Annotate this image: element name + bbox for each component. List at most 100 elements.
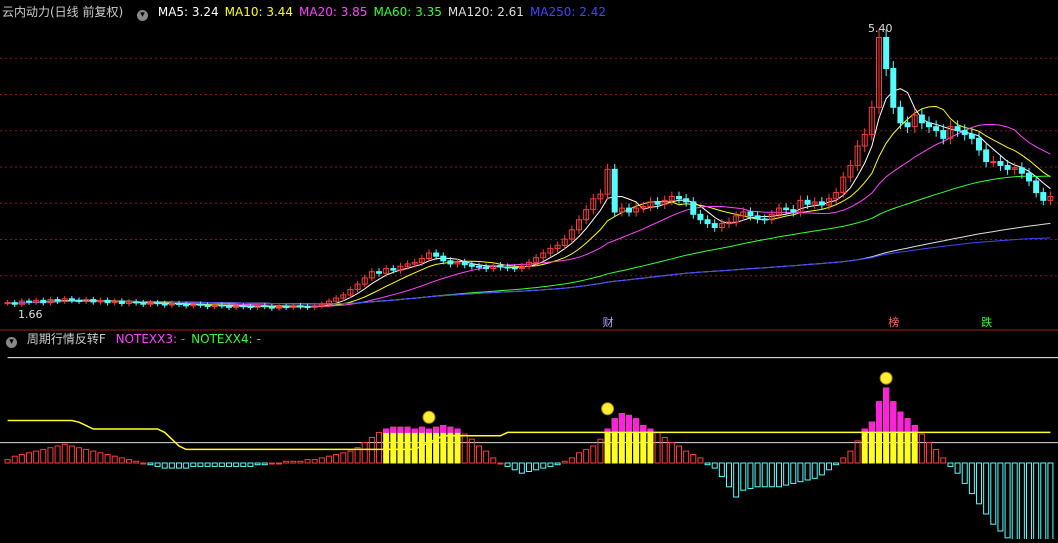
indicator-bar: [483, 450, 490, 464]
indicator-bar: [254, 462, 261, 466]
candle-body: [704, 219, 711, 225]
indicator-bar-top: [897, 411, 904, 433]
high-price-label: 5.40: [868, 22, 893, 35]
indicator-bar: [83, 448, 90, 464]
indicator-bar: [683, 450, 690, 464]
candle-body: [504, 266, 511, 269]
indicator-bar: [126, 459, 132, 464]
indicator-bar-top: [911, 425, 918, 433]
indicator-bar: [368, 437, 375, 464]
indicator-bar-top: [904, 418, 911, 433]
indicator-bar: [676, 445, 682, 464]
candle-body: [268, 306, 275, 309]
candle-body: [4, 302, 11, 305]
indicator-bar: [347, 450, 354, 464]
indicator-bar: [333, 454, 340, 464]
indicator-bar-top: [390, 426, 397, 433]
indicator-bar: [990, 462, 997, 525]
indicator-bar: [504, 462, 511, 467]
indicator-bar: [661, 437, 668, 464]
indicator-bar: [304, 459, 311, 464]
ma-label-5: MA250: 2.42: [529, 5, 606, 19]
indicator-bar: [961, 462, 968, 484]
indicator-bar: [776, 462, 782, 488]
indicator-bar: [376, 431, 382, 464]
smiley-icon: [601, 402, 615, 416]
indicator-bar: [11, 455, 18, 464]
candle-body: [918, 114, 925, 124]
note-label-0: NOTEXX3: -: [115, 332, 186, 346]
candle-body: [461, 261, 468, 266]
ma-label-0: MA5: 3.24: [157, 5, 219, 19]
candle-body: [497, 264, 504, 268]
indicator-bar: [754, 462, 761, 488]
indicator-bar: [554, 462, 561, 466]
event-marker-2: 跌: [981, 316, 993, 329]
candle-body: [1040, 192, 1047, 201]
candle-body: [983, 149, 990, 163]
indicator-bar: [540, 462, 547, 469]
indicator-bar: [183, 462, 190, 469]
indicator-bar-top: [883, 387, 890, 433]
indicator-bar: [311, 459, 318, 464]
indicator-bar: [218, 462, 225, 467]
indicator-bar-top: [383, 428, 390, 433]
indicator-bar: [18, 454, 25, 464]
ma-label-4: MA120: 2.61: [447, 5, 524, 19]
candle-body: [11, 302, 18, 305]
indicator-bar: [40, 448, 47, 464]
indicator-bar: [826, 462, 832, 471]
indicator-bar: [933, 448, 940, 464]
ma10-line: [7, 105, 1051, 308]
low-price-label: 1.66: [18, 308, 43, 321]
indicator-bar: [190, 462, 197, 467]
ma60-line: [7, 175, 1051, 305]
indicator-bar: [833, 462, 840, 466]
candle-body: [183, 303, 190, 307]
candle-body: [1004, 164, 1011, 170]
indicator-bar: [26, 452, 32, 464]
indicator-bar: [804, 462, 811, 481]
indicator-bar-top: [618, 413, 625, 433]
indicator-bar: [547, 462, 554, 467]
settings-icon[interactable]: ▾: [137, 10, 149, 21]
indicator-bar: [133, 460, 140, 464]
note-label-1: NOTEXX4: -: [191, 332, 261, 346]
indicator-bar: [76, 447, 82, 464]
candle-body: [133, 301, 140, 304]
indicator-bar-top: [640, 425, 647, 433]
indicator-bar: [947, 462, 954, 467]
indicator-bar: [47, 447, 54, 464]
indicator-bar: [733, 462, 740, 498]
settings-icon[interactable]: ▾: [6, 337, 17, 348]
indicator-bar: [361, 442, 368, 464]
indicator-bar: [154, 462, 161, 467]
indicator-bar: [233, 462, 240, 467]
indicator-bar: [197, 462, 204, 467]
indicator-bar-top: [418, 426, 425, 433]
indicator-title: 周期行情反转F: [26, 332, 106, 346]
candle-body: [883, 37, 890, 70]
candle-body: [511, 267, 518, 270]
indicator-bar: [340, 452, 347, 464]
indicator-bar: [768, 462, 775, 488]
candle-body: [904, 122, 911, 128]
indicator-bar: [604, 428, 611, 464]
candle-body: [954, 126, 961, 132]
candle-body: [783, 207, 790, 211]
indicator-bar: [1004, 462, 1011, 539]
indicator-bar-top: [440, 425, 447, 433]
candle-body: [140, 302, 147, 305]
indicator-bar: [383, 428, 390, 464]
ma5-line: [7, 88, 1051, 308]
indicator-bar: [211, 462, 218, 467]
ma20-line: [7, 123, 1051, 307]
candle-body: [890, 68, 897, 108]
indicator-bar: [711, 462, 718, 469]
chart-stage: 云内动力(日线 前复权) ▾ MA5: 3.24 MA10: 3.44 MA20: …: [0, 0, 1058, 543]
indicator-bar: [1011, 462, 1018, 543]
indicator-bar-top: [454, 428, 461, 433]
candle-body: [447, 260, 454, 265]
indicator-bar: [1040, 462, 1047, 543]
candle-body: [197, 303, 204, 306]
